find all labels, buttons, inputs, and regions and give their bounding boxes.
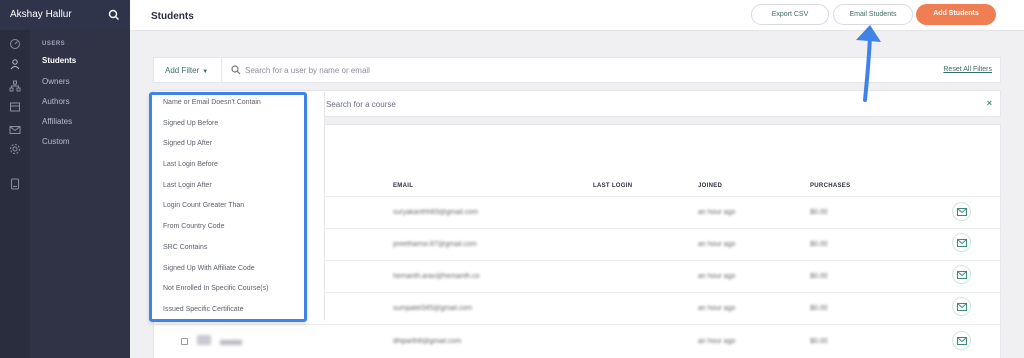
column-header-email[interactable]: EMAIL (393, 183, 413, 189)
filter-dropdown-menu: Name or Email Doesn't Contain Signed Up … (149, 92, 307, 322)
row-joined: an hour ago (698, 305, 736, 312)
filter-option-last-login-before[interactable]: Last Login Before (163, 161, 218, 168)
export-csv-button[interactable]: Export CSV (751, 4, 829, 25)
user-search-input[interactable]: Search for a user by name or email (245, 66, 370, 75)
mail-icon (957, 208, 967, 216)
settings-icon[interactable] (9, 143, 21, 155)
email-student-button[interactable] (952, 233, 971, 252)
mail-icon (957, 239, 967, 247)
filter-option-country-code[interactable]: From Country Code (163, 223, 224, 230)
row-email: dhiparth8@gmail.com (393, 338, 462, 345)
page-header: Students Export CSV Email Students Add S… (130, 0, 1024, 31)
sidebar-item-custom[interactable]: Custom (42, 137, 70, 146)
avatar (197, 335, 211, 345)
course-search-input[interactable]: Search for a course (326, 100, 396, 109)
row-joined: an hour ago (698, 273, 736, 280)
filter-option-signed-up-before[interactable]: Signed Up Before (163, 120, 218, 127)
row-email: suryakanthh83@gmail.com (393, 209, 478, 216)
filter-option-src-contains[interactable]: SRC Contains (163, 244, 207, 251)
close-icon[interactable]: × (987, 98, 992, 108)
email-student-button[interactable] (952, 265, 971, 284)
row-email: sumpatel345@gmail.com (393, 305, 473, 312)
row-email: preethamsr.87@gmail.com (393, 241, 477, 248)
filter-option-affiliate-code[interactable]: Signed Up With Affiliate Code (163, 265, 255, 272)
search-icon[interactable] (108, 9, 120, 21)
mail-icon (957, 271, 967, 279)
row-divider (153, 324, 1001, 325)
sidebar-item-owners[interactable]: Owners (42, 77, 70, 86)
filter-option-not-enrolled[interactable]: Not Enrolled In Specific Course(s) (163, 285, 268, 292)
column-header-last-login[interactable]: LAST LOGIN (593, 183, 632, 189)
users-icon[interactable] (9, 58, 21, 70)
row-joined: an hour ago (698, 209, 736, 216)
icon-rail (0, 30, 30, 358)
add-filter-label: Add Filter (165, 66, 200, 75)
filter-option-login-count[interactable]: Login Count Greater Than (163, 202, 244, 209)
email-student-button[interactable] (952, 297, 971, 316)
row-purchases: $0.00 (810, 209, 828, 216)
column-header-purchases[interactable]: PURCHASES (810, 183, 850, 189)
add-students-button[interactable]: Add Students (916, 4, 996, 25)
sidebar-item-students[interactable]: Students (42, 56, 76, 65)
email-students-button[interactable]: Email Students (833, 4, 913, 25)
search-icon (231, 65, 241, 75)
mail-icon[interactable] (9, 124, 21, 136)
student-name (220, 340, 242, 345)
book-icon[interactable] (9, 178, 21, 190)
annotation-arrow-icon (856, 25, 881, 102)
row-joined: an hour ago (698, 241, 736, 248)
row-joined: an hour ago (698, 338, 736, 345)
user-name[interactable]: Akshay Hallur (10, 9, 72, 20)
mail-icon (957, 303, 967, 311)
filter-option-last-login-after[interactable]: Last Login After (163, 182, 212, 189)
sidebar-item-authors[interactable]: Authors (42, 97, 70, 106)
sitemap-icon[interactable] (9, 80, 21, 92)
dashboard-icon[interactable] (9, 38, 21, 50)
mail-icon (957, 337, 967, 345)
row-checkbox[interactable] (181, 338, 188, 345)
filter-option-signed-up-after[interactable]: Signed Up After (163, 140, 212, 147)
sidebar-item-affiliates[interactable]: Affiliates (42, 117, 72, 126)
row-purchases: $0.00 (810, 273, 828, 280)
row-email: hemanth.arav@hemanth.co (393, 273, 480, 280)
store-icon[interactable] (9, 100, 21, 112)
chevron-down-icon: ▼ (202, 69, 209, 75)
nav-section-heading: USERS (42, 41, 66, 47)
filter-option-certificate[interactable]: Issued Specific Certificate (163, 306, 244, 313)
row-purchases: $0.00 (810, 241, 828, 248)
email-student-button[interactable] (952, 202, 971, 221)
filter-option-name-email-not-contain[interactable]: Name or Email Doesn't Contain (163, 99, 261, 106)
row-purchases: $0.00 (810, 305, 828, 312)
sidebar-header: Akshay Hallur (0, 0, 130, 30)
row-purchases: $0.00 (810, 338, 828, 345)
add-filter-dropdown[interactable]: Add Filter ▼ (154, 58, 222, 82)
dropdown-edge (307, 92, 325, 320)
column-header-joined[interactable]: JOINED (698, 183, 722, 189)
page-title: Students (151, 11, 194, 22)
reset-filters-link[interactable]: Reset All Filters (943, 66, 992, 73)
email-student-button[interactable] (952, 331, 971, 350)
